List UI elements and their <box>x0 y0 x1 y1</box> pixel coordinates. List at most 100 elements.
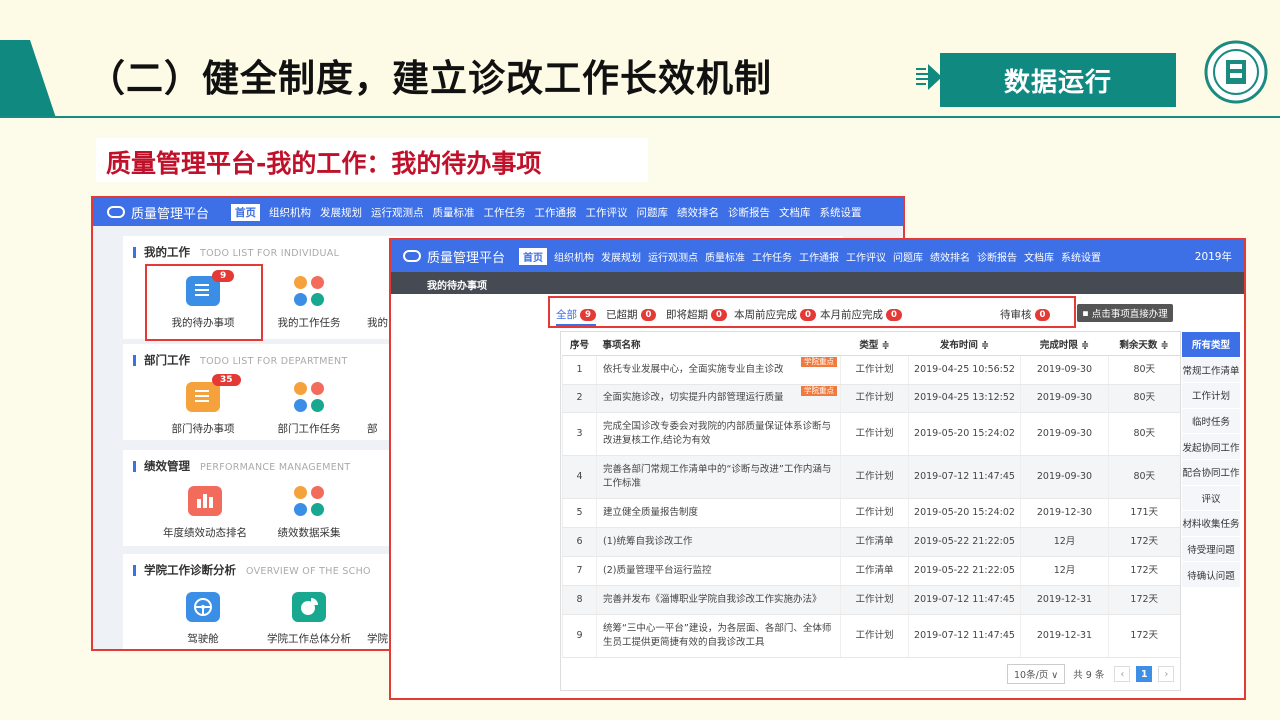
row-name[interactable]: 建立健全质量报告制度 <box>596 498 841 528</box>
page-size-select[interactable]: 10条/页 ∨ <box>1007 664 1066 684</box>
next-page-button[interactable]: › <box>1158 666 1175 682</box>
prev-page-button[interactable]: ‹ <box>1114 666 1131 682</box>
tile-cockpit[interactable]: 驾驶舱 <box>153 592 253 646</box>
card-subtitle: TODO LIST FOR INDIVIDUAL <box>200 248 340 259</box>
row-no: 7 <box>562 556 597 586</box>
tile-perf-data[interactable]: 绩效数据采集 <box>259 486 359 540</box>
row-type: 工作计划 <box>840 614 909 658</box>
bg-nav-standard[interactable]: 质量标准 <box>433 205 475 220</box>
category-temp[interactable]: 临时任务 <box>1182 408 1240 434</box>
table-row[interactable]: 4 完善各部门常规工作清单中的“诊断与改进”工作内涵与工作标准 工作计划 201… <box>562 455 1180 499</box>
fg-nav-settings[interactable]: 系统设置 <box>1061 249 1101 264</box>
row-name[interactable]: 完成全国诊改专委会对我院的内部质量保证体系诊断与改进复核工作,结论为有效 <box>596 412 841 456</box>
bg-nav-task[interactable]: 工作任务 <box>484 205 526 220</box>
col-deadline[interactable]: 完成时限 ≑ <box>1020 333 1109 356</box>
cloud-icon <box>403 250 421 262</box>
fg-nav-org[interactable]: 组织机构 <box>554 249 594 264</box>
category-pending-issues[interactable]: 待受理问题 <box>1182 536 1240 562</box>
table-row[interactable]: 5 建立健全质量报告制度 工作计划 2019-05-20 15:24:02 20… <box>562 498 1180 528</box>
section-button[interactable]: 数据运行 <box>940 53 1176 107</box>
category-routine[interactable]: 常规工作清单 <box>1182 357 1240 383</box>
filter-label: 本周前应完成 <box>734 309 797 321</box>
filter-overdue[interactable]: 已超期 0 <box>606 307 657 322</box>
bg-nav-plan[interactable]: 发展规划 <box>320 205 362 220</box>
fg-nav-standard[interactable]: 质量标准 <box>705 249 745 264</box>
category-review[interactable]: 评议 <box>1182 485 1240 511</box>
bg-nav-observe[interactable]: 运行观测点 <box>371 205 424 220</box>
filter-label: 已超期 <box>606 309 638 321</box>
table-row[interactable]: 9 统筹“三中心一平台”建设，为各层面、各部门、全体师生员工提供更简捷有效的自我… <box>562 614 1180 658</box>
row-name[interactable]: (1)统筹自我诊改工作 <box>596 527 841 557</box>
filter-pending-review[interactable]: 待审核 0 <box>1000 307 1051 322</box>
pagination: 10条/页 ∨ 共 9 条 ‹ 1 › <box>1007 664 1175 684</box>
col-type[interactable]: 类型 ≑ <box>840 333 909 356</box>
fg-nav-report[interactable]: 诊断报告 <box>977 249 1017 264</box>
tile-partial[interactable]: 我的 <box>367 315 391 330</box>
filter-all[interactable]: 全部 9 <box>556 307 596 326</box>
card-header: 部门工作 TODO LIST FOR DEPARTMENT <box>133 352 348 368</box>
row-name[interactable]: 依托专业发展中心，全面实施专业自主诊改 <box>603 364 784 375</box>
table-row[interactable]: 3 完成全国诊改专委会对我院的内部质量保证体系诊断与改进复核工作,结论为有效 工… <box>562 412 1180 456</box>
card-title: 学院工作诊断分析 <box>144 563 236 577</box>
category-materials[interactable]: 材料收集任务 <box>1182 511 1240 536</box>
table-row[interactable]: 8 完善并发布《淄博职业学院自我诊改工作实施办法》 工作计划 2019-07-1… <box>562 585 1180 615</box>
table-row[interactable]: 7 (2)质量管理平台运行监控 工作清单 2019-05-22 21:22:05… <box>562 556 1180 586</box>
fg-nav-home[interactable]: 首页 <box>519 247 548 265</box>
card-title: 绩效管理 <box>144 459 190 473</box>
category-confirm-issues[interactable]: 待确认问题 <box>1182 562 1240 587</box>
row-name[interactable]: 完善各部门常规工作清单中的“诊断与改进”工作内涵与工作标准 <box>596 455 841 499</box>
filter-near-overdue[interactable]: 即将超期 0 <box>666 307 727 322</box>
fg-nav-docs[interactable]: 文档库 <box>1024 249 1054 264</box>
row-name[interactable]: (2)质量管理平台运行监控 <box>596 556 841 586</box>
filter-this-week[interactable]: 本周前应完成 0 <box>734 307 816 322</box>
filter-label: 待审核 <box>1000 309 1032 321</box>
card-subtitle: PERFORMANCE MANAGEMENT <box>200 462 351 473</box>
row-deadline: 2019-09-30 <box>1020 412 1109 456</box>
bg-nav-settings[interactable]: 系统设置 <box>820 205 862 220</box>
comment-icon: ▪ <box>1082 307 1089 319</box>
bg-nav-home[interactable]: 首页 <box>231 203 261 221</box>
page-1-button[interactable]: 1 <box>1136 666 1153 682</box>
bg-nav-issues[interactable]: 问题库 <box>637 205 669 220</box>
tile-overall-analysis[interactable]: 学院工作总体分析 <box>259 592 359 646</box>
category-all[interactable]: 所有类型 <box>1182 332 1240 357</box>
table-row[interactable]: 1 依托专业发展中心，全面实施专业自主诊改 学院重点 工作计划 2019-04-2… <box>562 355 1180 385</box>
col-name: 事项名称 <box>596 333 841 356</box>
row-name[interactable]: 全面实施诊改，切实提升内部管理运行质量 <box>603 392 784 403</box>
table-row[interactable]: 6 (1)统筹自我诊改工作 工作清单 2019-05-22 21:22:05 1… <box>562 527 1180 557</box>
tile-ranking[interactable]: 年度绩效动态排名 <box>153 486 257 540</box>
fg-nav-task[interactable]: 工作任务 <box>752 249 792 264</box>
bg-nav-review[interactable]: 工作评议 <box>586 205 628 220</box>
row-no: 2 <box>562 384 597 413</box>
total-count: 共 9 条 <box>1073 670 1105 681</box>
category-assist-collab[interactable]: 配合协同工作 <box>1182 459 1240 485</box>
table-row[interactable]: 2 全面实施诊改，切实提升内部管理运行质量 学院重点 工作计划 2019-04-2… <box>562 384 1180 413</box>
tile-partial[interactable]: 部 <box>367 421 381 436</box>
category-initiate-collab[interactable]: 发起协同工作 <box>1182 434 1240 459</box>
bg-nav-ranking[interactable]: 绩效排名 <box>677 205 719 220</box>
direct-handle-button[interactable]: ▪ 点击事项直接办理 <box>1077 304 1173 322</box>
col-published[interactable]: 发布时间 ≑ <box>908 333 1021 356</box>
col-remaining[interactable]: 剩余天数 ≑ <box>1108 333 1180 356</box>
tile-dept-todo[interactable]: 部门待办事项 <box>153 382 253 436</box>
fg-nav-ranking[interactable]: 绩效排名 <box>930 249 970 264</box>
bg-nav-bulletin[interactable]: 工作通报 <box>535 205 577 220</box>
tile-dept-tasks[interactable]: 部门工作任务 <box>259 382 359 436</box>
fg-nav-review[interactable]: 工作评议 <box>846 249 886 264</box>
tile-my-tasks[interactable]: 我的工作任务 <box>259 276 359 330</box>
fg-brand: 质量管理平台 <box>403 247 505 266</box>
category-plan[interactable]: 工作计划 <box>1182 383 1240 408</box>
bg-nav-org[interactable]: 组织机构 <box>269 205 311 220</box>
fg-nav-issues[interactable]: 问题库 <box>893 249 923 264</box>
bg-brand-label: 质量管理平台 <box>131 206 210 222</box>
fg-nav-observe[interactable]: 运行观测点 <box>648 249 698 264</box>
fg-nav-plan[interactable]: 发展规划 <box>601 249 641 264</box>
row-name[interactable]: 统筹“三中心一平台”建设，为各层面、各部门、全体师生员工提供更简捷有效的自我诊改… <box>596 614 841 658</box>
bg-nav-docs[interactable]: 文档库 <box>779 205 811 220</box>
breadcrumb: 我的待办事项 <box>391 272 1244 294</box>
row-name[interactable]: 完善并发布《淄博职业学院自我诊改工作实施办法》 <box>596 585 841 615</box>
bg-nav-report[interactable]: 诊断报告 <box>728 205 770 220</box>
fg-nav-bulletin[interactable]: 工作通报 <box>799 249 839 264</box>
card-header: 我的工作 TODO LIST FOR INDIVIDUAL <box>133 244 339 260</box>
filter-this-month[interactable]: 本月前应完成 0 <box>820 307 902 322</box>
